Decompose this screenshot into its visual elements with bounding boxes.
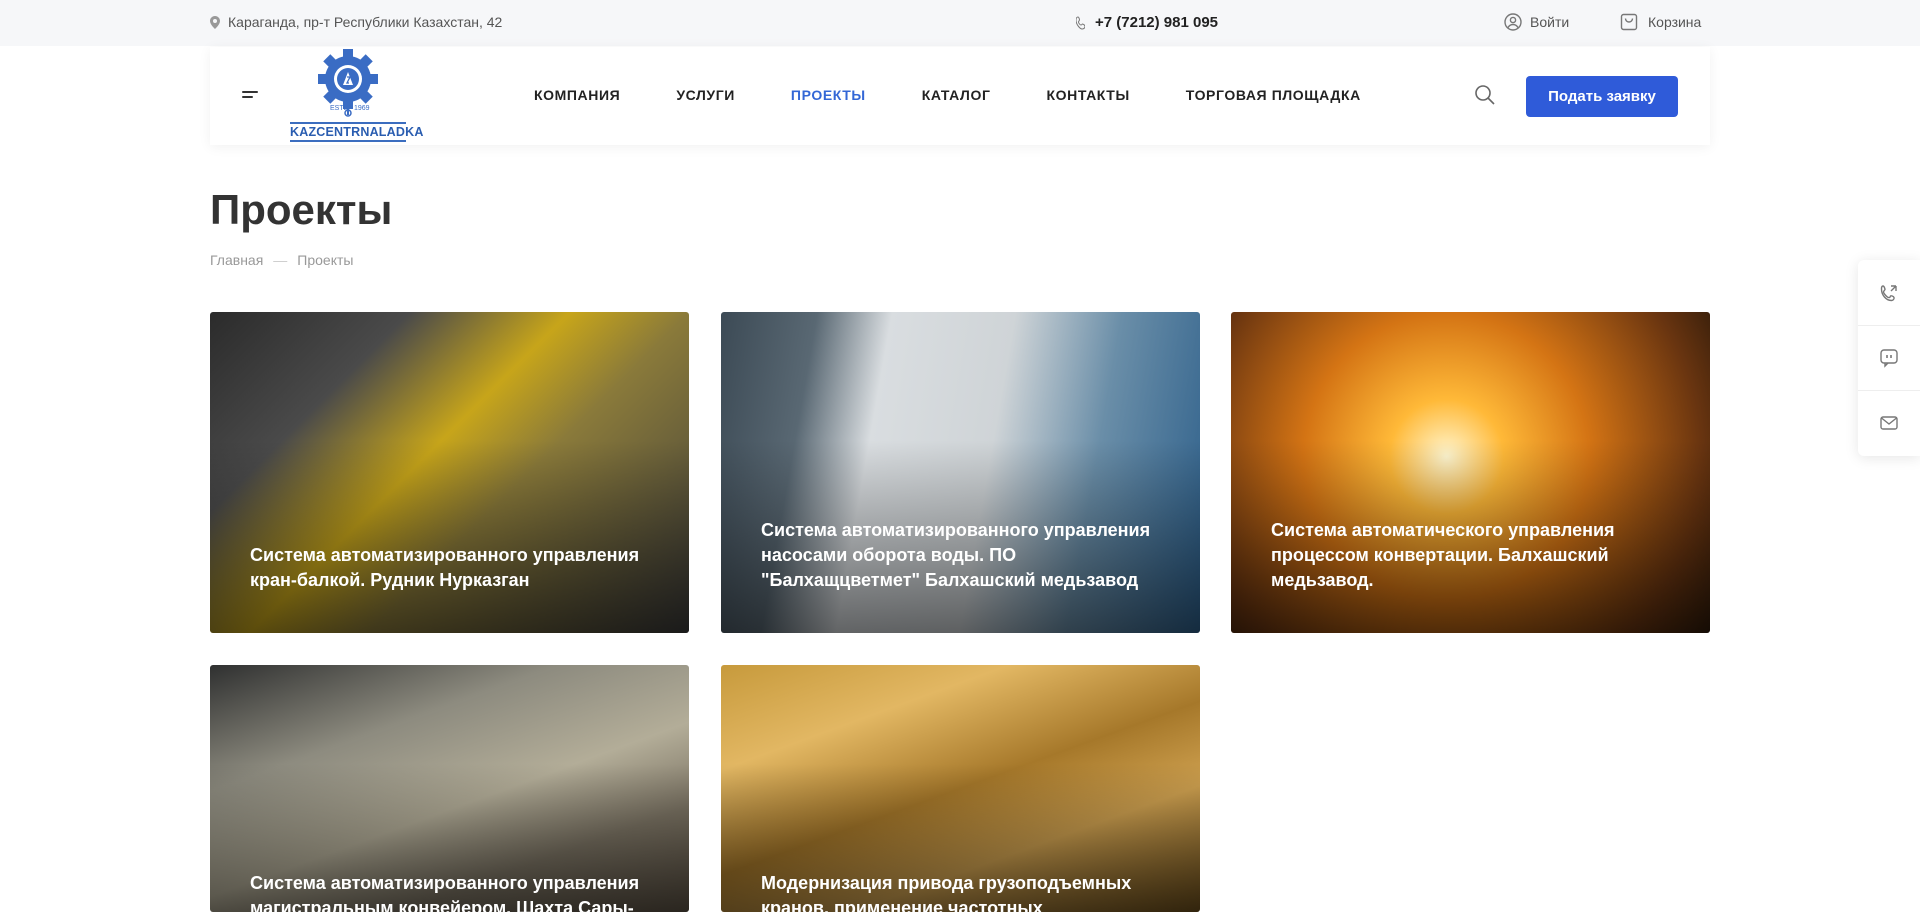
project-title[interactable]: Система автоматического управления проце… (1271, 518, 1671, 593)
nav-projects[interactable]: ПРОЕКТЫ (791, 87, 866, 103)
login-link[interactable]: Войти (1504, 13, 1569, 31)
logo-text: KAZCENTRNALADKA (290, 122, 423, 142)
nav-catalog[interactable]: КАТАЛОГ (922, 87, 991, 103)
address-text: Караганда, пр-т Республики Казахстан, 42 (228, 14, 503, 30)
logo[interactable]: ESTD 1969 KAZCENTRNALADKA (288, 49, 423, 143)
side-toolbar (1858, 260, 1920, 456)
project-card[interactable]: Система автоматического управления проце… (1231, 312, 1710, 633)
main-header: ESTD 1969 KAZCENTRNALADKA КОМПАНИЯ УСЛУГ… (210, 47, 1710, 145)
login-label[interactable]: Войти (1530, 14, 1569, 30)
map-pin-icon (210, 15, 220, 29)
logo-estd: ESTD (330, 105, 349, 112)
chat-icon[interactable] (1858, 325, 1920, 390)
project-title[interactable]: Система автоматизированного управления м… (250, 871, 650, 912)
project-card[interactable]: Модернизация привода грузоподъемных кран… (721, 665, 1200, 912)
phone-number[interactable]: +7 (7212) 981 095 (1095, 14, 1218, 31)
project-title[interactable]: Система автоматизированного управления к… (250, 543, 650, 593)
top-bar: Караганда, пр-т Республики Казахстан, 42… (0, 0, 1920, 46)
nav-company[interactable]: КОМПАНИЯ (534, 87, 620, 103)
cart-label[interactable]: Корзина (1648, 14, 1701, 30)
nav-marketplace[interactable]: ТОРГОВАЯ ПЛОЩАДКА (1186, 87, 1361, 103)
project-card[interactable]: Система автоматизированного управления м… (210, 665, 689, 912)
callback-icon[interactable] (1858, 260, 1920, 325)
search-icon[interactable] (1474, 84, 1496, 106)
logo-year: 1969 (354, 105, 370, 112)
cart-link[interactable]: Корзина (1620, 13, 1701, 31)
submit-request-button[interactable]: Подать заявку (1526, 76, 1678, 117)
phone-icon (1076, 15, 1085, 30)
menu-icon[interactable] (242, 91, 260, 101)
bag-icon (1620, 13, 1638, 31)
address: Караганда, пр-т Республики Казахстан, 42 (210, 14, 502, 30)
nav-services[interactable]: УСЛУГИ (676, 87, 735, 103)
main-nav: КОМПАНИЯ УСЛУГИ ПРОЕКТЫ КАТАЛОГ КОНТАКТЫ… (534, 87, 1417, 103)
breadcrumb-separator: — (273, 252, 288, 268)
project-card[interactable]: Система автоматизированного управления к… (210, 312, 689, 633)
breadcrumb-home[interactable]: Главная (210, 252, 263, 268)
page-title: Проекты (210, 186, 393, 233)
breadcrumb: Главная — Проекты (210, 252, 353, 268)
phone[interactable]: +7 (7212) 981 095 (1076, 14, 1218, 31)
breadcrumb-current: Проекты (297, 252, 354, 268)
project-card[interactable]: Система автоматизированного управления н… (721, 312, 1200, 633)
user-icon (1504, 13, 1522, 31)
project-title[interactable]: Модернизация привода грузоподъемных кран… (761, 871, 1161, 912)
mail-icon[interactable] (1858, 390, 1920, 455)
nav-contacts[interactable]: КОНТАКТЫ (1046, 87, 1129, 103)
project-title[interactable]: Система автоматизированного управления н… (761, 518, 1161, 593)
